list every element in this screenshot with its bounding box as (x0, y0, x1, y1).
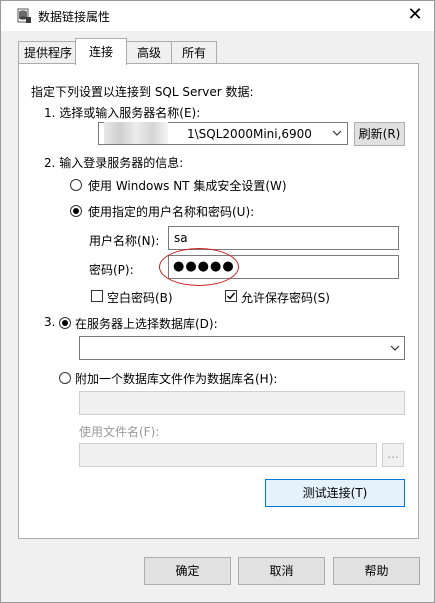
username-label: 用户名称(N): (89, 234, 160, 248)
step3-label: 3. (44, 315, 56, 329)
test-connection-button[interactable]: 测试连接(T) (265, 479, 405, 507)
select-db-label[interactable]: 在服务器上选择数据库(D): (75, 315, 218, 332)
attach-db-label[interactable]: 附加一个数据库文件作为数据库名(H): (75, 370, 277, 387)
close-icon[interactable]: ✕ (404, 4, 426, 26)
save-password-checkbox[interactable] (225, 290, 237, 302)
cancel-button[interactable]: 取消 (238, 557, 325, 585)
tab-provider[interactable]: 提供程序 (18, 41, 78, 64)
username-value: sa (174, 231, 188, 245)
attach-db-name-input[interactable] (79, 391, 405, 415)
select-db-radio[interactable] (59, 317, 71, 329)
dialog-title: 数据链接属性 (38, 10, 111, 24)
windows-auth-radio[interactable] (70, 179, 82, 191)
database-combobox[interactable] (79, 336, 405, 360)
step2-label: 2. 输入登录服务器的信息: (44, 156, 184, 170)
redacted-server-prefix (104, 122, 168, 144)
username-input[interactable]: sa (168, 226, 399, 250)
annotation-ellipse (159, 248, 239, 286)
tab-advanced[interactable]: 高级 (126, 41, 172, 64)
step1-label: 1. 选择或输入服务器名称(E): (44, 106, 201, 120)
chevron-down-icon[interactable] (332, 130, 342, 137)
ok-button[interactable]: 确定 (144, 557, 231, 585)
server-name-value: 1\SQL2000Mini,6900 (187, 127, 312, 141)
windows-auth-label[interactable]: 使用 Windows NT 集成安全设置(W) (88, 177, 287, 194)
blank-password-label[interactable]: 空白密码(B) (107, 289, 173, 306)
browse-button[interactable]: ... (382, 443, 404, 467)
help-button[interactable]: 帮助 (333, 557, 420, 585)
sql-auth-radio[interactable] (70, 205, 82, 217)
password-label: 密码(P): (89, 263, 134, 277)
sql-auth-label[interactable]: 使用指定的用户名称和密码(U): (88, 203, 254, 220)
attach-db-radio[interactable] (59, 372, 71, 384)
filename-input[interactable] (79, 443, 377, 467)
blank-password-checkbox[interactable] (91, 290, 103, 302)
tab-all[interactable]: 所有 (171, 41, 217, 64)
refresh-button[interactable]: 刷新(R) (354, 122, 405, 146)
checkmark-icon (227, 292, 236, 300)
save-password-label[interactable]: 允许保存密码(S) (241, 289, 330, 306)
database-link-icon (16, 8, 32, 24)
chevron-down-icon[interactable] (390, 345, 400, 352)
intro-text: 指定下列设置以连接到 SQL Server 数据: (31, 85, 254, 99)
filename-label: 使用文件名(F): (79, 425, 160, 439)
tab-connection[interactable]: 连接 (75, 38, 127, 65)
